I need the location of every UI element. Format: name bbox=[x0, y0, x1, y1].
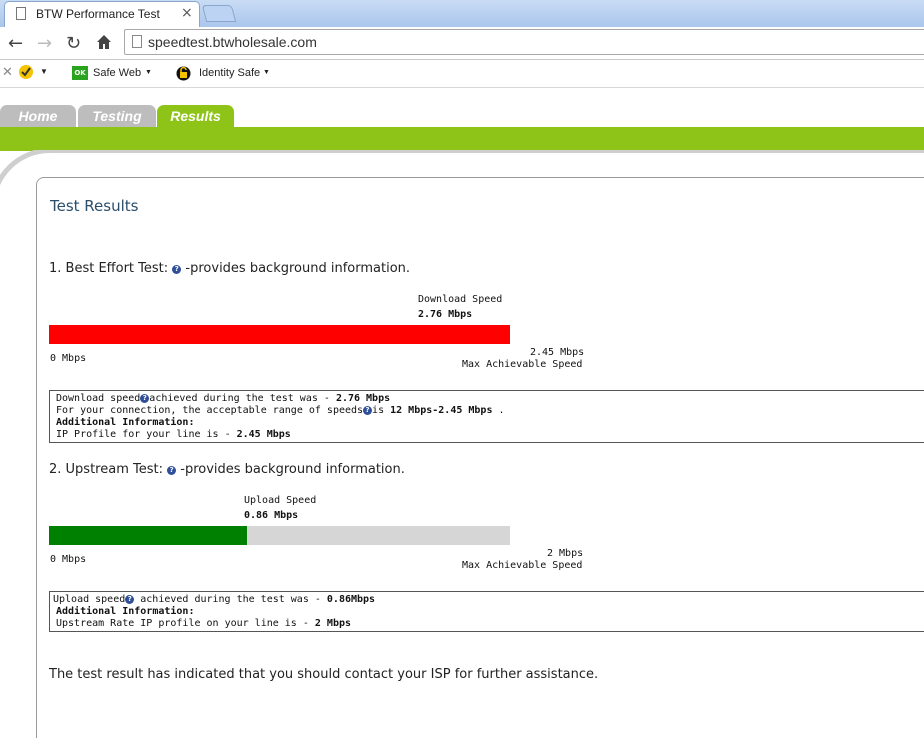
download-max-value: 2.45 Mbps bbox=[530, 347, 585, 358]
upload-min-label: 0 Mbps bbox=[50, 554, 87, 565]
nav-tab-results[interactable]: Results bbox=[157, 105, 234, 127]
browser-tab-active[interactable]: BTW Performance Test × bbox=[4, 1, 200, 27]
upload-speed-bar bbox=[49, 526, 510, 545]
info-range-line: For your connection, the acceptable rang… bbox=[56, 405, 505, 416]
info-upload-line: Upload speed? achieved during the test w… bbox=[53, 594, 376, 605]
best-effort-title-suffix: -provides background information. bbox=[185, 261, 411, 276]
safe-web-badge: OK bbox=[72, 66, 88, 80]
info-upstream-profile-line: Upstream Rate IP profile on your line is… bbox=[56, 618, 352, 629]
close-tab-icon[interactable]: × bbox=[181, 5, 193, 21]
info-ip-profile-line: IP Profile for your line is - 2.45 Mbps bbox=[56, 429, 291, 440]
upload-speed-bar-fill bbox=[49, 526, 247, 545]
upload-speed-value: 0.86 Mbps bbox=[244, 510, 299, 521]
help-icon[interactable]: ? bbox=[167, 466, 177, 475]
norton-check-icon[interactable] bbox=[18, 64, 34, 84]
upload-speed-label: Upload Speed bbox=[244, 495, 317, 506]
close-x-icon[interactable]: ✕ bbox=[2, 65, 13, 80]
download-speed-bar-fill bbox=[49, 325, 510, 344]
help-icon[interactable]: ? bbox=[140, 394, 150, 403]
upstream-title: 2. Upstream Test: ? -provides background… bbox=[49, 462, 405, 477]
upstream-title-suffix: -provides background information. bbox=[180, 462, 405, 477]
download-speed-label: Download Speed bbox=[418, 294, 503, 305]
page-icon bbox=[16, 7, 26, 20]
nav-tab-testing[interactable]: Testing bbox=[78, 105, 156, 127]
download-speed-bar bbox=[49, 325, 510, 344]
download-speed-value: 2.76 Mbps bbox=[418, 309, 473, 320]
nav-green-band bbox=[0, 127, 924, 151]
download-max-label: Max Achievable Speed bbox=[462, 359, 583, 370]
download-info-box: Download speed? achieved during the test … bbox=[49, 390, 924, 443]
browser-tab-title: BTW Performance Test bbox=[36, 7, 160, 21]
help-icon[interactable]: ? bbox=[363, 406, 373, 415]
help-icon[interactable]: ? bbox=[172, 265, 182, 274]
info-download-line: Download speed? achieved during the test … bbox=[56, 393, 391, 404]
upload-info-box: Upload speed? achieved during the test w… bbox=[49, 591, 924, 632]
dropdown-arrow-icon[interactable]: ▼ bbox=[263, 69, 270, 76]
best-effort-title-prefix: 1. Best Effort Test: bbox=[49, 261, 169, 276]
info-additional-heading: Additional Information: bbox=[56, 417, 195, 428]
reload-icon[interactable]: ↻ bbox=[66, 33, 81, 54]
info-additional-heading: Additional Information: bbox=[56, 606, 195, 617]
page-title: Test Results bbox=[50, 197, 139, 215]
help-icon[interactable]: ? bbox=[125, 595, 135, 604]
conclusion-text: The test result has indicated that you s… bbox=[49, 667, 599, 682]
best-effort-title: 1. Best Effort Test: ? -provides backgro… bbox=[49, 261, 410, 276]
new-tab-button[interactable] bbox=[201, 5, 237, 22]
url-text: speedtest.btwholesale.com bbox=[148, 34, 317, 50]
upload-max-label: Max Achievable Speed bbox=[462, 560, 583, 571]
page-icon bbox=[132, 35, 142, 48]
dropdown-arrow-icon[interactable]: ▼ bbox=[40, 67, 48, 76]
safe-web-button[interactable]: Safe Web bbox=[93, 67, 141, 79]
back-arrow-icon[interactable]: ← bbox=[8, 33, 23, 54]
download-min-label: 0 Mbps bbox=[50, 353, 87, 364]
nav-tab-home[interactable]: Home bbox=[0, 105, 76, 127]
upload-max-value: 2 Mbps bbox=[547, 548, 584, 559]
forward-arrow-icon[interactable]: → bbox=[37, 33, 52, 54]
home-icon[interactable] bbox=[95, 33, 113, 55]
identity-safe-button[interactable]: Identity Safe bbox=[199, 67, 260, 79]
upstream-title-prefix: 2. Upstream Test: bbox=[49, 462, 163, 477]
address-bar[interactable]: speedtest.btwholesale.com bbox=[124, 29, 924, 55]
identity-safe-icon bbox=[176, 66, 191, 85]
dropdown-arrow-icon[interactable]: ▼ bbox=[145, 69, 152, 76]
